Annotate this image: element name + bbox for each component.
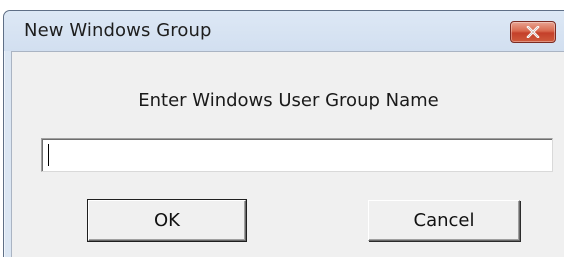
text-caret xyxy=(48,144,49,166)
new-windows-group-dialog: New Windows Group Enter Windows User Gro… xyxy=(3,10,564,257)
close-button[interactable] xyxy=(510,21,556,43)
dialog-client-area: Enter Windows User Group Name OK Cancel xyxy=(11,51,564,257)
group-name-input[interactable] xyxy=(41,138,553,172)
page: New Windows Group Enter Windows User Gro… xyxy=(0,0,564,257)
title-bar[interactable]: New Windows Group xyxy=(4,11,564,51)
prompt-label: Enter Windows User Group Name xyxy=(138,90,439,111)
ok-button[interactable]: OK xyxy=(87,199,247,242)
close-icon xyxy=(526,26,540,38)
window-title: New Windows Group xyxy=(24,20,212,41)
cancel-button[interactable]: Cancel xyxy=(368,200,520,241)
